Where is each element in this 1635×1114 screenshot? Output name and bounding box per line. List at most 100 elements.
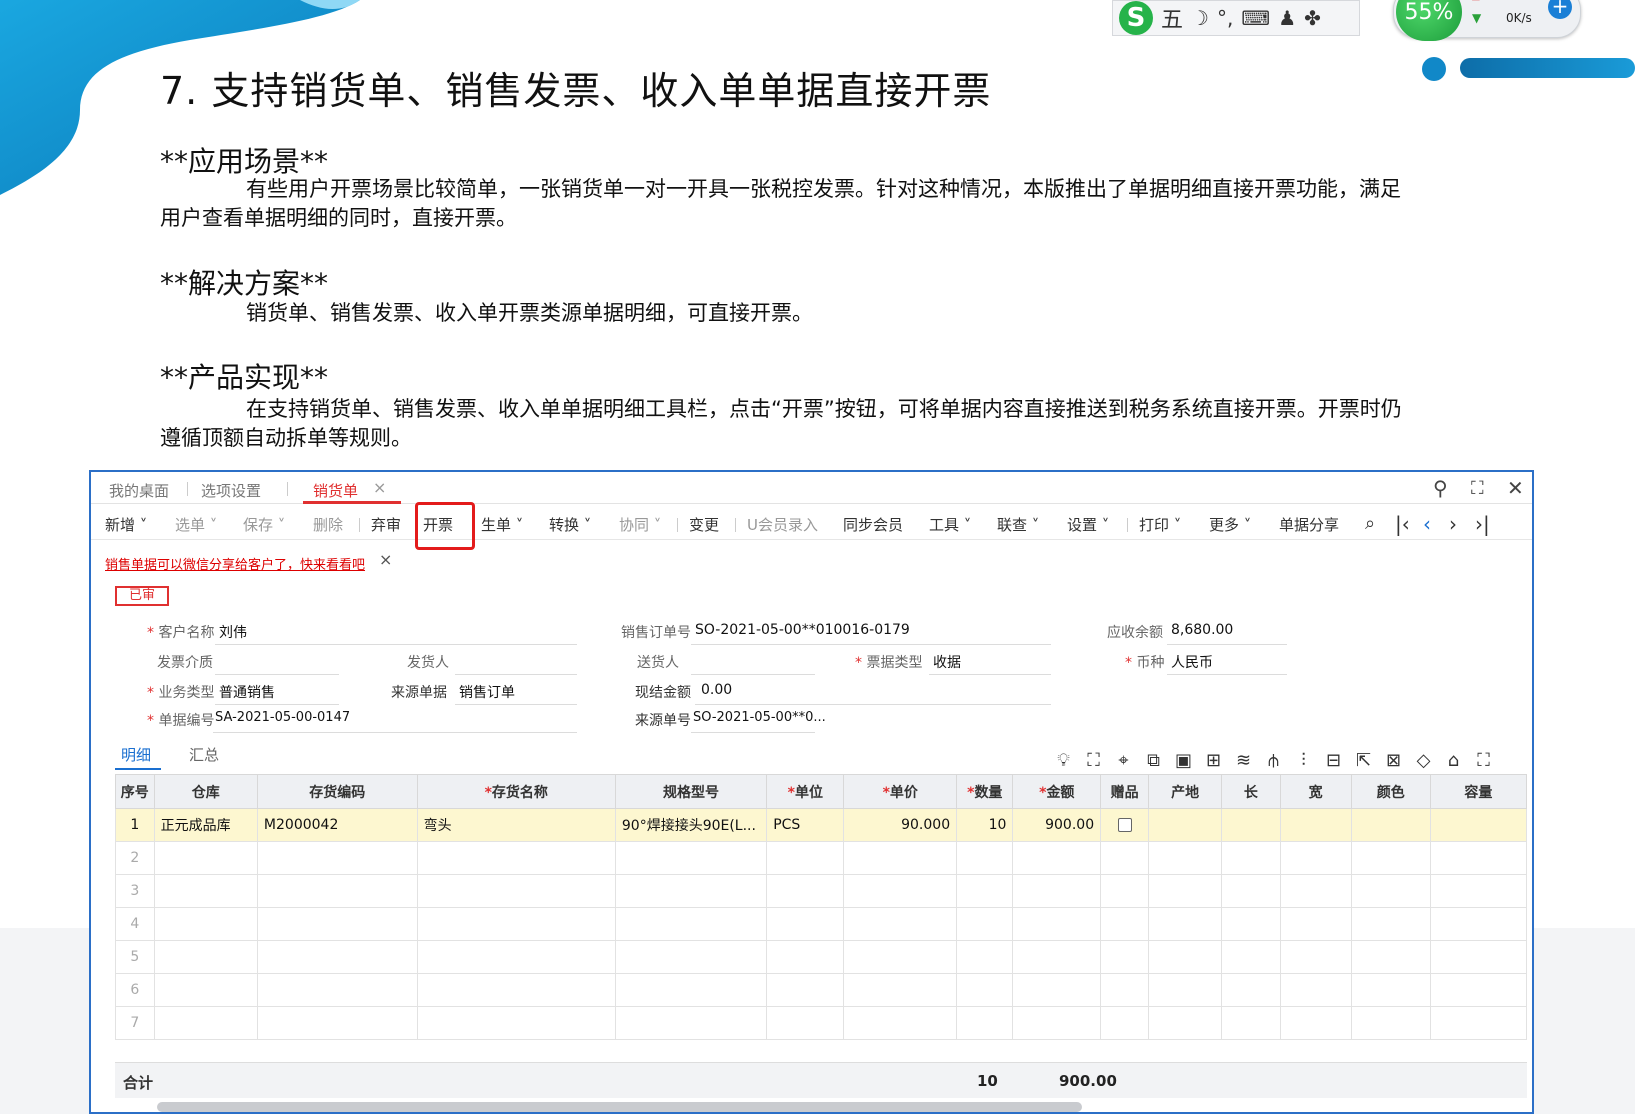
layout-icon[interactable]: ⊟ [1323, 750, 1344, 771]
grid-cell[interactable] [1148, 907, 1223, 941]
grid-cell[interactable] [1221, 940, 1281, 974]
grid-cell[interactable] [614, 973, 768, 1007]
warehouse-icon[interactable]: ⌂ [1443, 750, 1464, 771]
grid-header-cell[interactable]: 长 [1221, 774, 1281, 809]
grid-header-cell[interactable]: *单位 [766, 774, 845, 809]
grid-cell[interactable] [1148, 1006, 1223, 1040]
grid-cell[interactable]: 正元成品库 [153, 808, 258, 842]
lightbulb-icon[interactable]: 💡︎ [1053, 750, 1074, 771]
grid-cell[interactable]: PCS [766, 808, 845, 842]
grid-cell[interactable] [256, 940, 418, 974]
grid-cell[interactable] [1148, 973, 1223, 1007]
grid-cell[interactable] [416, 874, 616, 908]
grid-cell[interactable] [1012, 874, 1102, 908]
table-row[interactable]: 4 [115, 907, 1528, 941]
gift-checkbox[interactable] [1117, 818, 1132, 832]
bill-type-field[interactable]: 收据 [933, 652, 961, 672]
linked-query-button[interactable]: 联查 ˅ [997, 514, 1039, 535]
grid-cell[interactable] [1429, 973, 1528, 1007]
grid-cell[interactable] [766, 874, 845, 908]
grid-cell[interactable] [1221, 808, 1281, 842]
table-row[interactable]: 6 [115, 973, 1528, 1007]
grid-header-cell[interactable]: *金额 [1012, 774, 1102, 809]
grid-cell[interactable] [153, 874, 258, 908]
grid-cell[interactable]: 4 [115, 907, 155, 941]
batch-icon[interactable]: ⊞ [1203, 750, 1224, 771]
grid-cell[interactable] [416, 1006, 616, 1040]
grid-icon[interactable]: ✤ [1304, 6, 1321, 30]
print-button[interactable]: 打印 ˅ [1139, 514, 1181, 535]
grid-cell[interactable] [1350, 973, 1431, 1007]
grid-cell[interactable] [1148, 940, 1223, 974]
grid-cell[interactable]: 弯头 [416, 808, 616, 842]
grid-cell[interactable] [1350, 940, 1431, 974]
grid-cell[interactable] [153, 1006, 258, 1040]
close-icon[interactable]: × [373, 478, 386, 497]
wechat-share-notice[interactable]: 销售单据可以微信分享给客户了，快来看看吧 [105, 554, 365, 573]
sales-order-field[interactable]: SO-2021-05-00**010016-0179 [695, 622, 910, 638]
grid-cell[interactable] [1100, 907, 1150, 941]
window-close-icon[interactable]: ✕ [1507, 476, 1524, 500]
ime-logo-icon[interactable]: S [1119, 1, 1153, 35]
grid-cell[interactable] [1279, 874, 1352, 908]
grid-cell[interactable] [614, 1006, 768, 1040]
scan-icon[interactable]: ⛶ [1083, 750, 1104, 771]
grid-cell[interactable] [1012, 1006, 1102, 1040]
network-monitor[interactable]: 55% ▲ ▼ 0K/s + [1393, 0, 1581, 41]
grid-cell[interactable] [1100, 940, 1150, 974]
grid-header-cell[interactable]: 存货编码 [256, 774, 418, 809]
moon-icon[interactable]: ☽ [1191, 6, 1209, 30]
grid-cell[interactable] [1279, 907, 1352, 941]
horizontal-scrollbar[interactable] [157, 1102, 1082, 1112]
grid-cell[interactable] [153, 841, 258, 875]
tag-icon[interactable]: ◇ [1413, 750, 1434, 771]
grid-header-cell[interactable]: 序号 [115, 774, 155, 809]
grid-cell[interactable] [1279, 1006, 1352, 1040]
grid-cell[interactable]: M2000042 [256, 808, 418, 842]
share-button[interactable]: 单据分享 [1279, 514, 1339, 535]
new-button[interactable]: 新增 ˅ [105, 514, 147, 535]
filter-icon[interactable]: ≋ [1233, 750, 1254, 771]
table-row[interactable]: 1 正元成品库 M2000042 弯头 90°焊接接头90E(L... PCS 90.000… [115, 808, 1528, 842]
grid-cell[interactable] [1429, 874, 1528, 908]
grid-cell[interactable] [843, 907, 958, 941]
customer-field[interactable]: 刘伟 [219, 622, 247, 642]
grid-header-cell[interactable]: 容量 [1429, 774, 1528, 809]
grid-cell[interactable]: 900.00 [1012, 808, 1102, 842]
grid-cell[interactable] [256, 841, 418, 875]
biz-type-field[interactable]: 普通销售 [219, 682, 275, 702]
member-entry-button[interactable]: U会员录入 [747, 514, 818, 535]
grid-cell[interactable] [1279, 808, 1352, 842]
grid-cell[interactable] [956, 1006, 1014, 1040]
tools-button[interactable]: 工具 ˅ [929, 514, 971, 535]
grid-cell[interactable] [766, 1006, 845, 1040]
grid-cell[interactable] [614, 907, 768, 941]
prev-record-icon[interactable]: ‹ [1423, 512, 1431, 536]
chart-icon[interactable]: ⫶ [1293, 750, 1314, 771]
split-icon[interactable]: ⫛ [1263, 750, 1284, 771]
grid-cell[interactable] [153, 907, 258, 941]
copy-row-icon[interactable]: ⧉ [1143, 750, 1164, 771]
grid-cell[interactable] [1221, 841, 1281, 875]
grid-cell[interactable] [1429, 808, 1528, 842]
table-row[interactable]: 3 [115, 874, 1528, 908]
grid-cell[interactable] [1221, 874, 1281, 908]
table-row[interactable]: 2 [115, 841, 1528, 875]
grid-cell[interactable] [1429, 940, 1528, 974]
grid-cell[interactable] [843, 841, 958, 875]
location-icon[interactable]: ⌖ [1113, 750, 1134, 771]
grid-cell[interactable] [416, 841, 616, 875]
grid-cell[interactable] [956, 841, 1014, 875]
grid-cell[interactable] [766, 940, 845, 974]
grid-cell[interactable] [1350, 808, 1431, 842]
grid-header-cell[interactable]: 产地 [1148, 774, 1223, 809]
grid-cell[interactable] [1100, 973, 1150, 1007]
grid-cell[interactable]: 1 [115, 808, 155, 842]
grid-cell[interactable] [1012, 841, 1102, 875]
grid-cell[interactable] [256, 874, 418, 908]
grid-cell[interactable] [1350, 841, 1431, 875]
grid-cell[interactable] [843, 1006, 958, 1040]
fullscreen-icon[interactable]: ⛶ [1471, 478, 1484, 499]
grid-cell[interactable] [956, 874, 1014, 908]
grid-cell[interactable] [843, 874, 958, 908]
